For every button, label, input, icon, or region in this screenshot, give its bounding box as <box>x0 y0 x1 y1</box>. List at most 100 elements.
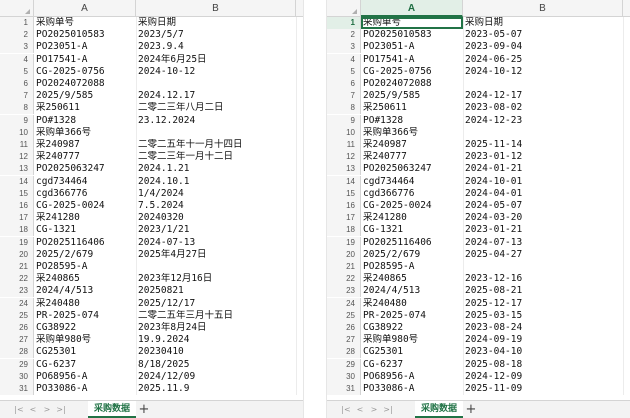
cell-purchase-order-no[interactable]: CG38922 <box>361 322 463 334</box>
cell-purchase-date[interactable]: 2025-12-17 <box>463 298 623 310</box>
column-header-b[interactable]: B <box>463 0 623 17</box>
cell-purchase-order-no[interactable]: PO2024072088 <box>34 78 136 90</box>
cell-purchase-date[interactable]: 2023-01-21 <box>463 224 623 236</box>
cell-purchase-order-no[interactable]: PO28595-A <box>34 261 136 273</box>
cell-purchase-date[interactable]: 2023-04-10 <box>463 346 623 358</box>
cell-purchase-date[interactable]: 2024-12-23 <box>463 115 623 127</box>
cell-purchase-order-no[interactable]: 采240777 <box>34 151 136 163</box>
column-header-b[interactable]: B <box>136 0 296 17</box>
cell-purchase-date[interactable]: 2024-10-01 <box>463 176 623 188</box>
row-number[interactable]: 9 <box>327 114 361 127</box>
cell-purchase-date[interactable]: 2024-01-21 <box>463 163 623 175</box>
last-sheet-icon[interactable]: >| <box>383 404 393 416</box>
cell-purchase-order-no[interactable]: CG-1321 <box>34 224 136 236</box>
row-number[interactable]: 22 <box>327 273 361 286</box>
cell-purchase-order-no[interactable]: PO2024072088 <box>361 78 463 90</box>
cell-purchase-order-no[interactable]: CG-2025-0024 <box>361 200 463 212</box>
cell-purchase-order-no[interactable]: CG-6237 <box>361 359 463 371</box>
cell-purchase-date[interactable]: 采购日期 <box>136 17 296 29</box>
cell-purchase-date[interactable]: 7.5.2024 <box>136 200 296 212</box>
cell-purchase-order-no[interactable]: 采250611 <box>34 102 136 114</box>
row-number[interactable]: 2 <box>327 29 361 42</box>
cell-purchase-date[interactable]: 2025年4月27日 <box>136 249 296 261</box>
cell-purchase-order-no[interactable]: PO#1328 <box>361 115 463 127</box>
cell-purchase-date[interactable]: 2024.10.1 <box>136 176 296 188</box>
cell-purchase-order-no[interactable]: 采240480 <box>361 298 463 310</box>
cell-purchase-date[interactable] <box>463 127 623 139</box>
cell-purchase-date[interactable]: 2024/12/09 <box>136 371 296 383</box>
cell-purchase-date[interactable] <box>136 261 296 273</box>
cell-purchase-date[interactable]: 2025-11-09 <box>463 383 623 395</box>
cell-purchase-date[interactable]: 采购日期 <box>463 17 623 29</box>
cell-purchase-date[interactable]: 2023-12-16 <box>463 273 623 285</box>
row-number[interactable]: 28 <box>0 346 34 359</box>
row-number[interactable]: 4 <box>0 53 34 66</box>
cell-purchase-date[interactable]: 二零二三年八月二日 <box>136 102 296 114</box>
cell-purchase-order-no[interactable]: PR-2025-074 <box>34 310 136 322</box>
cell-purchase-order-no[interactable]: PO33086-A <box>34 383 136 395</box>
cell-purchase-order-no[interactable]: CG-2025-0024 <box>34 200 136 212</box>
row-number[interactable]: 10 <box>327 126 361 139</box>
row-number[interactable]: 3 <box>0 41 34 54</box>
row-number[interactable]: 31 <box>0 383 34 395</box>
row-number[interactable]: 16 <box>0 200 34 212</box>
row-number[interactable]: 11 <box>327 139 361 151</box>
cell-purchase-order-no[interactable]: 采241280 <box>361 212 463 224</box>
cell-purchase-date[interactable]: 2024-07-13 <box>136 237 296 249</box>
cell-purchase-order-no[interactable]: 采240865 <box>361 273 463 285</box>
cell-purchase-order-no[interactable]: PO2025116406 <box>361 237 463 249</box>
row-number[interactable]: 13 <box>327 163 361 176</box>
cell-purchase-date[interactable]: 23.12.2024 <box>136 115 296 127</box>
cell-purchase-order-no[interactable]: PO2025116406 <box>34 237 136 249</box>
cell-purchase-date[interactable] <box>136 78 296 90</box>
cell-purchase-date[interactable]: 2025-04-27 <box>463 249 623 261</box>
cell-purchase-order-no[interactable]: 2025/2/679 <box>34 249 136 261</box>
cell-purchase-order-no[interactable]: cgd734464 <box>34 176 136 188</box>
select-all-corner[interactable] <box>327 0 361 17</box>
cell-purchase-order-no[interactable]: 采购单980号 <box>361 334 463 346</box>
cell-purchase-order-no[interactable]: 采240987 <box>361 139 463 151</box>
cell-purchase-order-no[interactable]: 采240987 <box>34 139 136 151</box>
cell-purchase-date[interactable] <box>136 127 296 139</box>
row-number[interactable]: 15 <box>327 187 361 200</box>
cell-purchase-date[interactable]: 2023.9.4 <box>136 41 296 53</box>
row-number[interactable]: 12 <box>0 151 34 164</box>
cell-purchase-order-no[interactable]: PO68956-A <box>361 371 463 383</box>
row-number[interactable]: 29 <box>0 358 34 371</box>
cell-purchase-date[interactable]: 2025/12/17 <box>136 298 296 310</box>
cell-purchase-date[interactable]: 2023/1/21 <box>136 224 296 236</box>
row-number[interactable]: 20 <box>327 248 361 261</box>
cell-purchase-date[interactable]: 2023-08-02 <box>463 102 623 114</box>
cell-purchase-date[interactable]: 20230410 <box>136 346 296 358</box>
row-number[interactable]: 5 <box>327 65 361 78</box>
row-number[interactable]: 21 <box>0 261 34 273</box>
row-number[interactable]: 25 <box>327 309 361 322</box>
cell-purchase-order-no[interactable]: 2025/9/585 <box>361 90 463 102</box>
cell-purchase-date[interactable]: 2024.1.21 <box>136 163 296 175</box>
cell-purchase-date[interactable]: 1/4/2024 <box>136 188 296 200</box>
row-number[interactable]: 13 <box>0 163 34 176</box>
column-header-a[interactable]: A <box>34 0 136 17</box>
cell-purchase-order-no[interactable]: 采240777 <box>361 151 463 163</box>
cell-purchase-order-no[interactable]: CG-2025-0756 <box>361 66 463 78</box>
row-number[interactable]: 30 <box>0 370 34 383</box>
row-number[interactable]: 22 <box>0 273 34 286</box>
cell-purchase-date[interactable]: 2023-08-24 <box>463 322 623 334</box>
row-number[interactable]: 7 <box>0 90 34 103</box>
cell-purchase-order-no[interactable]: 2024/4/513 <box>34 285 136 297</box>
cell-purchase-date[interactable]: 2025-08-21 <box>463 285 623 297</box>
cell-purchase-order-no[interactable]: PO17541-A <box>361 54 463 66</box>
row-number[interactable]: 24 <box>0 297 34 310</box>
cell-purchase-date[interactable]: 2025-11-14 <box>463 139 623 151</box>
cell-purchase-date[interactable]: 2024-05-07 <box>463 200 623 212</box>
cell-purchase-date[interactable]: 20250821 <box>136 285 296 297</box>
cell-purchase-order-no[interactable]: PO33086-A <box>361 383 463 395</box>
cell-purchase-date[interactable]: 2023-01-12 <box>463 151 623 163</box>
row-number[interactable]: 19 <box>0 236 34 249</box>
row-number[interactable]: 2 <box>0 29 34 42</box>
row-number[interactable]: 6 <box>0 78 34 90</box>
row-number[interactable]: 17 <box>327 212 361 225</box>
cell-purchase-date[interactable]: 2024-09-19 <box>463 334 623 346</box>
next-sheet-icon[interactable]: > <box>369 404 379 416</box>
cell-purchase-date[interactable]: 2024-04-01 <box>463 188 623 200</box>
